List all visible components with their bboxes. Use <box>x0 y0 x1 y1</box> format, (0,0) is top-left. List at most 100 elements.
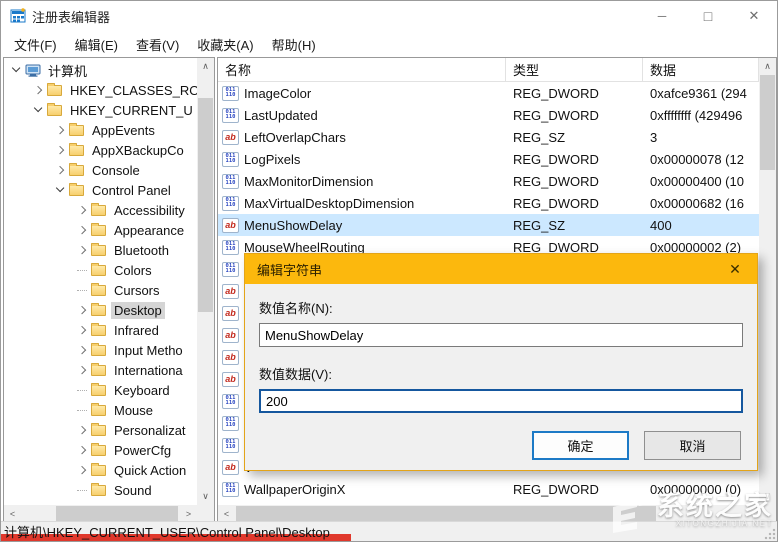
tree-item-label: Quick Action <box>111 462 189 479</box>
chevron-down-icon[interactable] <box>8 68 24 71</box>
table-row[interactable]: abLeftOverlapCharsREG_SZ3 <box>218 126 759 148</box>
tree-item-powercfg[interactable]: PowerCfg <box>4 440 197 460</box>
tree-item-internationa[interactable]: Internationa <box>4 360 197 380</box>
string-value-icon: ab <box>222 350 239 365</box>
tree-item-infrared[interactable]: Infrared <box>4 320 197 340</box>
scroll-down-icon[interactable]: ∨ <box>759 488 776 505</box>
table-row[interactable]: 011110LogPixelsREG_DWORD0x00000078 (12 <box>218 148 759 170</box>
value-name: MaxMonitorDimension <box>244 174 373 189</box>
chevron-right-icon[interactable] <box>74 247 90 253</box>
tree-item-sound[interactable]: Sound <box>4 480 197 500</box>
tree-item-personalizat[interactable]: Personalizat <box>4 420 197 440</box>
chevron-right-icon[interactable] <box>52 167 68 173</box>
cancel-button[interactable]: 取消 <box>644 431 741 460</box>
tree-connector <box>74 390 90 391</box>
tree-item-计算机[interactable]: 计算机 <box>4 60 197 80</box>
value-data-input[interactable] <box>259 389 743 413</box>
computer-icon <box>25 64 41 77</box>
tree-item-hkey-classes-ro[interactable]: HKEY_CLASSES_RO <box>4 80 197 100</box>
dword-value-icon: 011110 <box>222 482 239 497</box>
dword-value-icon: 011110 <box>222 152 239 167</box>
value-name: MenuShowDelay <box>244 218 342 233</box>
list-hscroll-thumb[interactable] <box>236 506 656 521</box>
tree-item-mouse[interactable]: Mouse <box>4 400 197 420</box>
tree-item-bluetooth[interactable]: Bluetooth <box>4 240 197 260</box>
close-icon[interactable]: ✕ <box>731 1 777 31</box>
cell-type: REG_DWORD <box>506 152 643 167</box>
tree-horizontal-scrollbar[interactable]: < > <box>4 505 197 522</box>
column-header-name[interactable]: 名称 <box>218 58 506 81</box>
tree-item-appxbackupco[interactable]: AppXBackupCo <box>4 140 197 160</box>
table-row[interactable]: 011110MaxMonitorDimensionREG_DWORD0x0000… <box>218 170 759 192</box>
cell-data: 0x00000400 (10 <box>643 174 759 189</box>
table-row[interactable]: 011110MaxVirtualDesktopDimensionREG_DWOR… <box>218 192 759 214</box>
tree-item-cursors[interactable]: Cursors <box>4 280 197 300</box>
column-header-type[interactable]: 类型 <box>506 58 643 81</box>
chevron-right-icon[interactable] <box>74 447 90 453</box>
tree-item-hkey-current-u[interactable]: HKEY_CURRENT_U <box>4 100 197 120</box>
tree-item-appearance[interactable]: Appearance <box>4 220 197 240</box>
list-vertical-scrollbar[interactable]: ∧ ∨ <box>759 58 776 505</box>
tree-item-keyboard[interactable]: Keyboard <box>4 380 197 400</box>
table-row[interactable]: 011110WallpaperOriginXREG_DWORD0x0000000… <box>218 478 759 500</box>
tree-item-desktop[interactable]: Desktop <box>4 300 197 320</box>
dialog-body: 数值名称(N): 数值数据(V): 确定 取消 <box>245 284 757 460</box>
menu-item[interactable]: 查看(V) <box>127 32 188 57</box>
menu-item[interactable]: 帮助(H) <box>263 32 325 57</box>
tree-item-label: Console <box>89 162 143 179</box>
tree-vertical-scrollbar[interactable]: ∧ ∨ <box>197 58 214 505</box>
menu-item[interactable]: 编辑(E) <box>66 32 127 57</box>
value-name-input[interactable] <box>259 323 743 347</box>
scroll-left-icon[interactable]: < <box>218 505 235 522</box>
chevron-right-icon[interactable] <box>74 367 90 373</box>
ok-button[interactable]: 确定 <box>532 431 629 460</box>
chevron-right-icon[interactable] <box>74 347 90 353</box>
tree-item-control-panel[interactable]: Control Panel <box>4 180 197 200</box>
dialog-title-bar[interactable]: 编辑字符串 ✕ <box>245 254 757 284</box>
tree-item-label: AppEvents <box>89 122 158 139</box>
tree-item-input-metho[interactable]: Input Metho <box>4 340 197 360</box>
menu-item[interactable]: 收藏夹(A) <box>188 32 262 57</box>
table-row[interactable]: 011110LastUpdatedREG_DWORD0xffffffff (42… <box>218 104 759 126</box>
list-horizontal-scrollbar[interactable]: < <box>218 505 759 522</box>
chevron-right-icon[interactable] <box>52 127 68 133</box>
table-row[interactable]: 011110ImageColorREG_DWORD0xafce9361 (294 <box>218 82 759 104</box>
folder-icon <box>69 145 84 156</box>
tree-item-appevents[interactable]: AppEvents <box>4 120 197 140</box>
chevron-right-icon[interactable] <box>74 427 90 433</box>
chevron-right-icon[interactable] <box>74 207 90 213</box>
tree-item-accessibility[interactable]: Accessibility <box>4 200 197 220</box>
scroll-up-icon[interactable]: ∧ <box>197 58 214 75</box>
tree-item-label: Colors <box>111 262 155 279</box>
chevron-right-icon[interactable] <box>74 307 90 313</box>
column-header-data[interactable]: 数据 <box>643 58 759 81</box>
tree-item-console[interactable]: Console <box>4 160 197 180</box>
chevron-right-icon[interactable] <box>74 327 90 333</box>
tree-hscroll-thumb[interactable] <box>56 506 178 521</box>
tree-vscroll-thumb[interactable] <box>198 98 213 312</box>
window-controls: ─ □ ✕ <box>639 1 777 31</box>
maximize-icon[interactable]: □ <box>685 1 731 31</box>
tree-item-colors[interactable]: Colors <box>4 260 197 280</box>
minimize-icon[interactable]: ─ <box>639 1 685 31</box>
cell-type: REG_DWORD <box>506 108 643 123</box>
scroll-down-icon[interactable]: ∨ <box>197 488 214 505</box>
list-vscroll-thumb[interactable] <box>760 75 775 170</box>
scroll-up-icon[interactable]: ∧ <box>759 58 776 75</box>
chevron-right-icon[interactable] <box>52 147 68 153</box>
chevron-right-icon[interactable] <box>74 227 90 233</box>
chevron-right-icon[interactable] <box>74 467 90 473</box>
tree-connector <box>74 270 90 271</box>
menu-item[interactable]: 文件(F) <box>5 32 66 57</box>
dialog-close-icon[interactable]: ✕ <box>713 254 757 284</box>
resize-grip[interactable] <box>764 528 776 540</box>
cell-name: abLeftOverlapChars <box>218 130 506 145</box>
chevron-right-icon[interactable] <box>30 87 46 93</box>
chevron-down-icon[interactable] <box>52 188 68 191</box>
cell-name: 011110ImageColor <box>218 86 506 101</box>
chevron-down-icon[interactable] <box>30 108 46 111</box>
table-row[interactable]: abMenuShowDelayREG_SZ400 <box>218 214 759 236</box>
scroll-right-icon[interactable]: > <box>180 505 197 522</box>
tree-item-quick-action[interactable]: Quick Action <box>4 460 197 480</box>
scroll-left-icon[interactable]: < <box>4 505 21 522</box>
